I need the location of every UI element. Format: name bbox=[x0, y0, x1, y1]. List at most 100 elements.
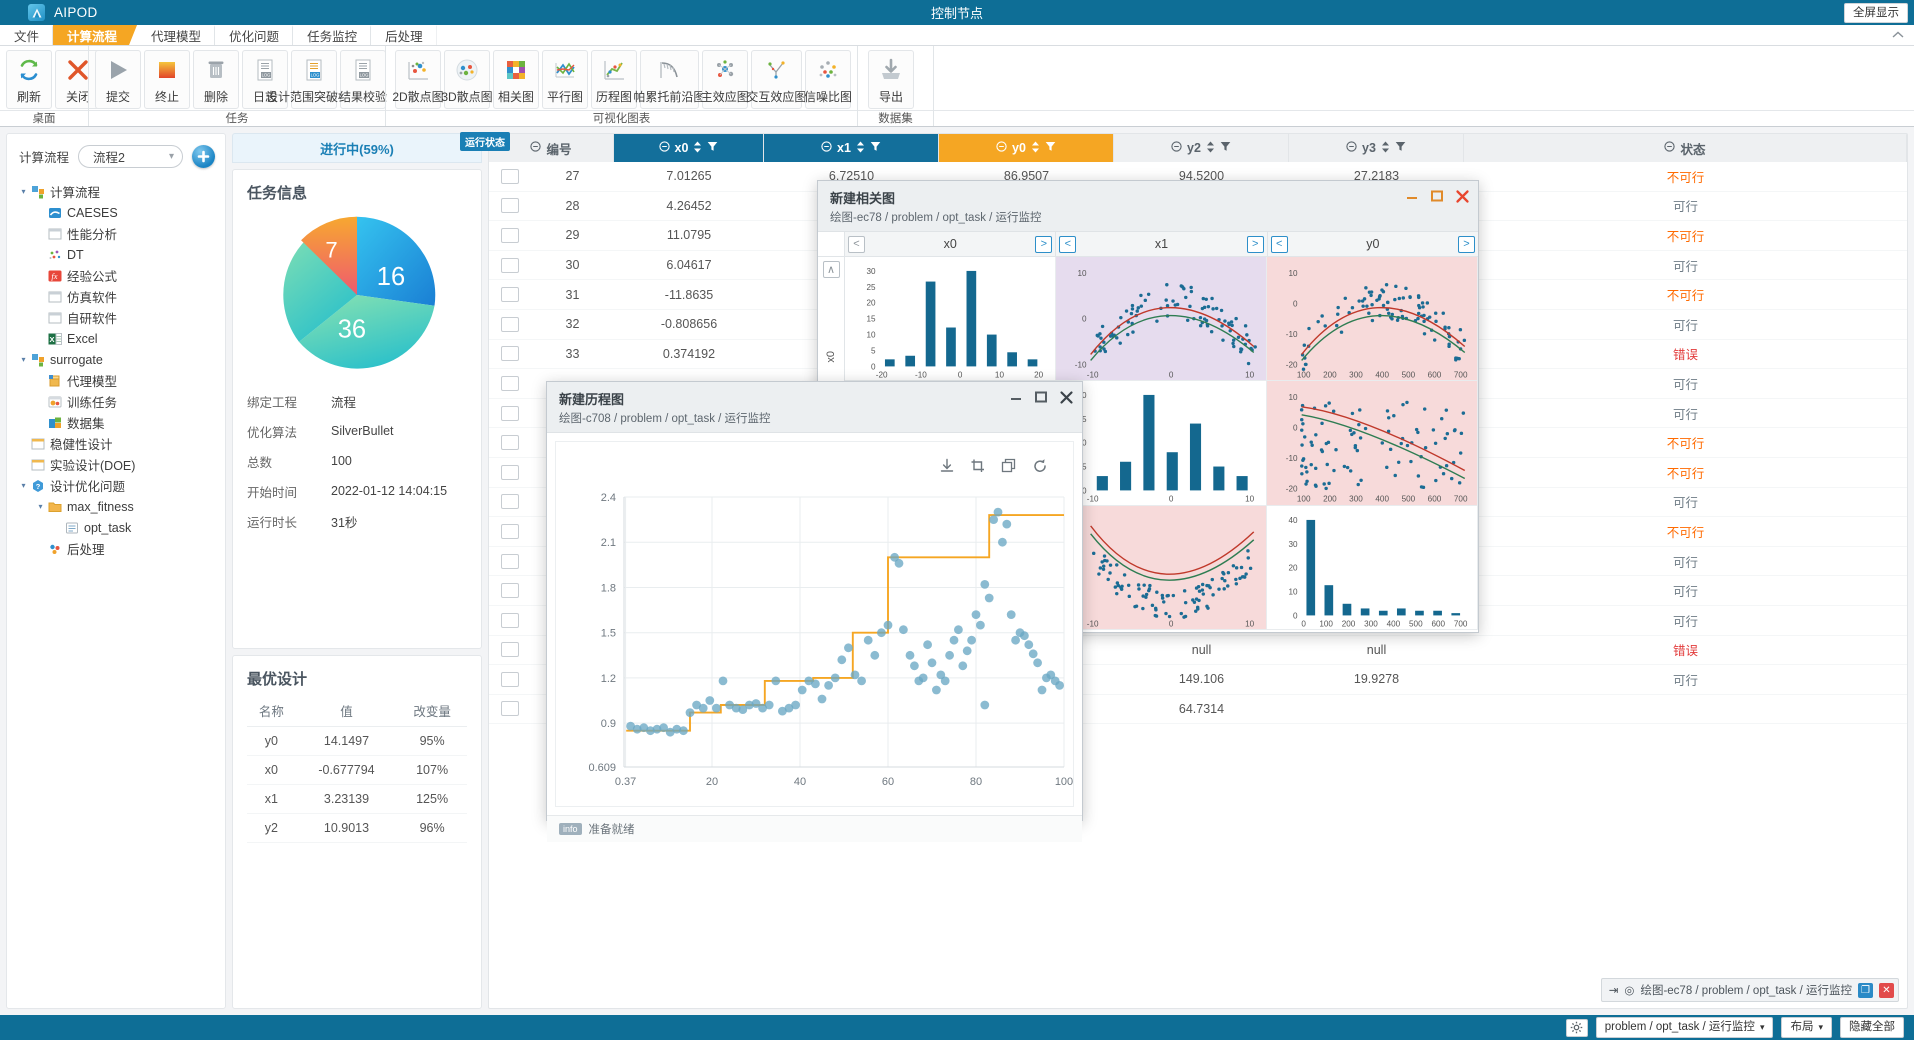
row-checkbox-cell[interactable] bbox=[489, 613, 531, 628]
snr-button[interactable]: 信噪比图 bbox=[805, 50, 851, 109]
correlation-cell-y0-y0[interactable]: 0102030400100200300400500600700 bbox=[1267, 506, 1478, 630]
correlation-cell-x0-y0[interactable]: -20-10010100200300400500600700 bbox=[1267, 257, 1478, 381]
project-tree[interactable]: ▾计算流程CAESES性能分析DTfx经验公式仿真软件自研软件XExcel▾su… bbox=[7, 177, 225, 1008]
correlation-button[interactable]: 相关图 bbox=[493, 50, 539, 109]
add-flow-button[interactable] bbox=[192, 145, 215, 168]
row-checkbox[interactable] bbox=[501, 672, 519, 687]
history-minimize-button[interactable] bbox=[1008, 389, 1024, 405]
tree-item-实验设计doe[interactable]: 实验设计(DOE) bbox=[7, 454, 225, 475]
row-checkbox[interactable] bbox=[501, 376, 519, 391]
tree-item-excel[interactable]: XExcel bbox=[7, 328, 225, 349]
filter-icon[interactable] bbox=[870, 141, 881, 155]
tree-twisty-icon[interactable]: ▾ bbox=[17, 355, 30, 364]
refresh-button[interactable]: 刷新 bbox=[6, 50, 52, 109]
correlation-window-header[interactable]: 新建相关图 绘图-ec78 / problem / opt_task / 运行监… bbox=[818, 181, 1478, 232]
tree-item-训练任务[interactable]: 训练任务 bbox=[7, 391, 225, 412]
dock-tab-close-icon[interactable]: ✕ bbox=[1879, 983, 1894, 998]
stop-button[interactable]: 终止 bbox=[144, 50, 190, 109]
collapse-icon[interactable] bbox=[659, 141, 670, 155]
row-checkbox[interactable] bbox=[501, 494, 519, 509]
grid-header-y3[interactable]: y3 bbox=[1289, 134, 1464, 162]
correlation-col-y0-prev[interactable]: < bbox=[1271, 236, 1288, 253]
collapse-icon[interactable] bbox=[1346, 141, 1357, 155]
row-checkbox[interactable] bbox=[501, 406, 519, 421]
sort-icon[interactable] bbox=[1381, 141, 1390, 156]
collapse-icon[interactable] bbox=[530, 141, 541, 155]
scatter2d-button[interactable]: 2D散点图 bbox=[395, 50, 441, 109]
grid-header-x1[interactable]: x1 bbox=[764, 134, 939, 162]
interaction-button[interactable]: 交互效应图 bbox=[751, 50, 802, 109]
grid-header-状态[interactable]: 状态 bbox=[1464, 134, 1907, 162]
filter-icon[interactable] bbox=[1045, 141, 1056, 155]
tree-item-caeses[interactable]: CAESES bbox=[7, 202, 225, 223]
history-button[interactable]: 历程图 bbox=[591, 50, 637, 109]
crop-icon[interactable] bbox=[970, 458, 987, 475]
correlation-row-up[interactable]: ∧ bbox=[823, 261, 840, 278]
row-checkbox-cell[interactable] bbox=[489, 554, 531, 569]
sort-icon[interactable] bbox=[856, 141, 865, 156]
row-checkbox-cell[interactable] bbox=[489, 465, 531, 480]
tree-item-dt[interactable]: DT bbox=[7, 244, 225, 265]
history-close-button[interactable] bbox=[1058, 389, 1074, 405]
row-checkbox-cell[interactable] bbox=[489, 524, 531, 539]
row-checkbox-cell[interactable] bbox=[489, 406, 531, 421]
row-checkbox[interactable] bbox=[501, 435, 519, 450]
tab-renwujiankong[interactable]: 任务监控 bbox=[293, 25, 371, 45]
sort-icon[interactable] bbox=[1031, 141, 1040, 156]
parallel-button[interactable]: 平行图 bbox=[542, 50, 588, 109]
filter-icon[interactable] bbox=[1220, 141, 1231, 155]
tree-item-仿真软件[interactable]: 仿真软件 bbox=[7, 286, 225, 307]
restore-icon[interactable] bbox=[1001, 458, 1018, 475]
row-checkbox[interactable] bbox=[501, 554, 519, 569]
design-range-mark-button[interactable]: LOG 设计范围突破标记 bbox=[291, 50, 337, 109]
row-checkbox-cell[interactable] bbox=[489, 376, 531, 391]
tree-item-opt_task[interactable]: opt_task bbox=[7, 517, 225, 538]
correlation-col-x1-next[interactable]: > bbox=[1247, 236, 1264, 253]
row-checkbox-cell[interactable] bbox=[489, 258, 531, 273]
sort-icon[interactable] bbox=[693, 141, 702, 156]
correlation-cell-x1-y0[interactable]: -20-10010100200300400500600700 bbox=[1267, 381, 1478, 505]
tab-jisuanliucheng[interactable]: 计算流程 bbox=[53, 25, 137, 45]
row-checkbox[interactable] bbox=[501, 258, 519, 273]
tree-item-设计优化问题[interactable]: ▾?设计优化问题 bbox=[7, 475, 225, 496]
history-window-header[interactable]: 新建历程图 绘图-c708 / problem / opt_task / 运行监… bbox=[547, 382, 1082, 433]
tree-item-经验公式[interactable]: fx经验公式 bbox=[7, 265, 225, 286]
download-icon[interactable] bbox=[939, 458, 956, 475]
tree-item-surrogate[interactable]: ▾surrogate bbox=[7, 349, 225, 370]
row-checkbox-cell[interactable] bbox=[489, 228, 531, 243]
row-checkbox-cell[interactable] bbox=[489, 583, 531, 598]
row-checkbox[interactable] bbox=[501, 465, 519, 480]
collapse-icon[interactable] bbox=[821, 141, 832, 155]
ribbon-collapse-button[interactable] bbox=[1882, 25, 1914, 45]
collapse-icon[interactable] bbox=[1171, 141, 1182, 155]
correlation-maximize-button[interactable] bbox=[1429, 188, 1445, 204]
row-checkbox[interactable] bbox=[501, 583, 519, 598]
tree-item-计算流程[interactable]: ▾计算流程 bbox=[7, 181, 225, 202]
history-maximize-button[interactable] bbox=[1033, 389, 1049, 405]
row-checkbox[interactable] bbox=[501, 317, 519, 332]
row-checkbox-cell[interactable] bbox=[489, 701, 531, 716]
dock-tab[interactable]: ⇥ ◎ 绘图-ec78 / problem / opt_task / 运行监控 … bbox=[1601, 978, 1899, 1002]
main-effect-button[interactable]: 主效应图 bbox=[702, 50, 748, 109]
tab-dailimoxing[interactable]: 代理模型 bbox=[137, 25, 215, 45]
correlation-col-x0-next[interactable]: > bbox=[1035, 236, 1052, 253]
scatter3d-button[interactable]: 3D散点图 bbox=[444, 50, 490, 109]
delete-button[interactable]: 删除 bbox=[193, 50, 239, 109]
export-button[interactable]: 导出 bbox=[868, 50, 914, 109]
tree-twisty-icon[interactable]: ▾ bbox=[17, 187, 30, 196]
tree-item-后处理[interactable]: 后处理 bbox=[7, 538, 225, 559]
result-check-button[interactable]: LOG 结果校验 bbox=[340, 50, 386, 109]
row-checkbox[interactable] bbox=[501, 198, 519, 213]
fullscreen-button[interactable]: 全屏显示 bbox=[1844, 3, 1908, 23]
filter-icon[interactable] bbox=[1395, 141, 1406, 155]
correlation-col-x1-prev[interactable]: < bbox=[1059, 236, 1076, 253]
tab-youhuawenti[interactable]: 优化问题 bbox=[215, 25, 293, 45]
grid-header-y2[interactable]: y2 bbox=[1114, 134, 1289, 162]
pareto-button[interactable]: 帕累托前沿图 bbox=[640, 50, 699, 109]
sort-icon[interactable] bbox=[1206, 141, 1215, 156]
tree-twisty-icon[interactable]: ▾ bbox=[17, 481, 30, 490]
row-checkbox-cell[interactable] bbox=[489, 317, 531, 332]
row-checkbox[interactable] bbox=[501, 287, 519, 302]
correlation-cell-x1-x1[interactable]: 05101520-10010 bbox=[1056, 381, 1267, 505]
correlation-close-button[interactable] bbox=[1454, 188, 1470, 204]
